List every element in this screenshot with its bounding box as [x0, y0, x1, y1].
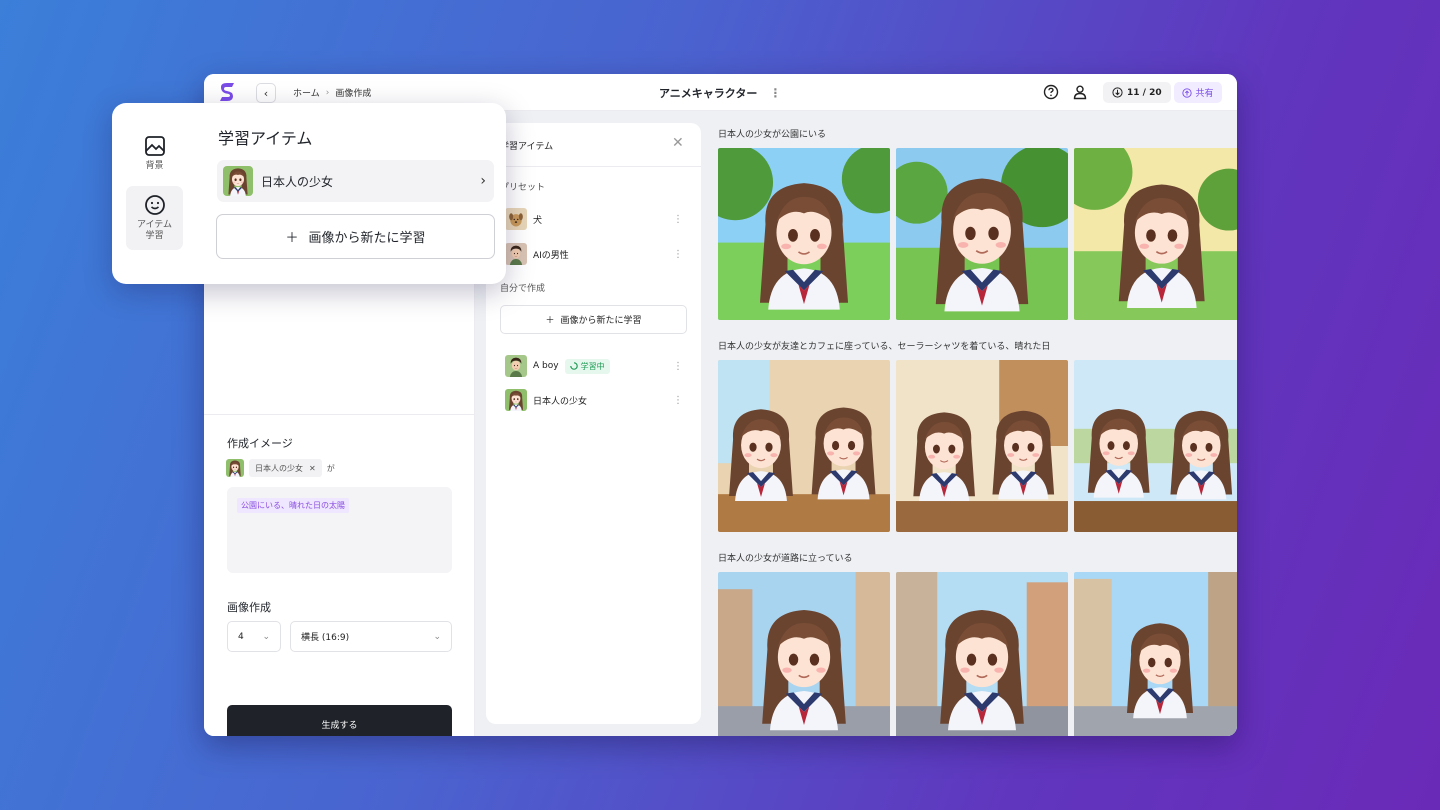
- popover-add-label: 画像から新たに学習: [308, 231, 426, 246]
- preset-item-ai-man[interactable]: AIの男性 ⋮: [505, 242, 683, 266]
- count-select[interactable]: 4 ⌄: [227, 621, 281, 652]
- chip-thumbnail: [226, 459, 244, 477]
- chevron-right-icon: ›: [325, 87, 330, 98]
- breadcrumb: ホーム › 画像作成: [293, 86, 372, 100]
- boy-thumbnail: [505, 355, 527, 377]
- generated-image[interactable]: [718, 360, 890, 532]
- image-icon: [144, 135, 165, 156]
- generated-image[interactable]: [718, 572, 890, 736]
- custom-item-label: 日本人の少女: [533, 396, 588, 407]
- prompt-input[interactable]: 公園にいる、晴れた日の太陽: [227, 487, 452, 573]
- custom-item-boy[interactable]: A boy 学習中 ⋮: [505, 354, 683, 378]
- chevron-down-icon: ⌄: [433, 631, 441, 642]
- chevron-down-icon: ⌄: [262, 631, 270, 642]
- nav-item-learning[interactable]: アイテム学習: [126, 186, 183, 250]
- plus-icon: ＋: [285, 231, 299, 246]
- generated-image[interactable]: [1074, 360, 1237, 532]
- gallery-caption: 日本人の少女が道路に立っている: [718, 554, 853, 564]
- more-options-icon[interactable]: ⋮: [673, 249, 683, 260]
- learn-from-image-button[interactable]: ＋ 画像から新たに学習: [500, 305, 687, 334]
- girl-thumbnail: [223, 166, 253, 196]
- plus-icon: ＋: [545, 316, 555, 326]
- popover-title: 学習アイテム: [218, 129, 313, 148]
- prompt-tag: 公園にいる、晴れた日の太陽: [237, 498, 349, 513]
- generated-image[interactable]: [1074, 148, 1237, 320]
- app-logo-icon[interactable]: [218, 82, 236, 102]
- generated-image[interactable]: [718, 148, 890, 320]
- share-button[interactable]: 共有: [1174, 82, 1222, 103]
- nav-background-label: 背景: [145, 160, 164, 171]
- spinner-icon: [569, 362, 578, 370]
- ratio-select[interactable]: 横長 (16:9) ⌄: [290, 621, 452, 652]
- divider: [204, 414, 475, 415]
- popover-learn-from-image-button[interactable]: ＋ 画像から新たに学習: [216, 214, 495, 259]
- gallery-caption: 日本人の少女が公園にいる: [718, 130, 827, 140]
- count-value: 4: [238, 631, 244, 642]
- generated-image[interactable]: [896, 360, 1068, 532]
- chip-tag: 日本人の少女 ✕: [249, 459, 322, 477]
- credits-text: 11 / 20: [1127, 87, 1162, 98]
- chip-particle: が: [326, 463, 335, 473]
- learning-items-popover: 背景 アイテム学習 学習アイテム 日本人の少女 › ＋ 画像から新たに学習: [112, 103, 506, 284]
- image-create-heading: 画像作成: [227, 601, 271, 614]
- man-thumbnail: [505, 243, 527, 265]
- item-chip: 日本人の少女 ✕ が: [226, 458, 335, 478]
- gallery-row-cafe: [718, 360, 1237, 532]
- more-options-icon[interactable]: ⋮: [769, 86, 781, 100]
- close-icon[interactable]: ✕: [309, 464, 316, 473]
- gallery-caption: 日本人の少女が友達とカフェに座っている、セーラーシャツを着ている、晴れた日: [718, 342, 1051, 352]
- preset-label: 犬: [533, 215, 543, 226]
- preset-heading: プリセット: [500, 183, 546, 193]
- preset-item-dog[interactable]: 犬 ⋮: [505, 207, 683, 231]
- preset-label: AIの男性: [533, 250, 569, 261]
- help-icon[interactable]: [1043, 84, 1059, 100]
- generate-button[interactable]: 生成する: [227, 705, 452, 736]
- document-title: アニメキャラクター ⋮: [659, 85, 781, 101]
- custom-item-girl[interactable]: 日本人の少女 ⋮: [505, 388, 683, 412]
- create-image-heading: 作成イメージ: [227, 437, 293, 450]
- generated-image[interactable]: [1074, 572, 1237, 736]
- image-gallery: 日本人の少女が公園にいる 日本人の少女が友達とカフェに座っている、セーラーシャツ…: [718, 111, 1237, 736]
- more-options-icon[interactable]: ⋮: [673, 361, 683, 372]
- nav-background[interactable]: 背景: [126, 123, 183, 183]
- nav-learning-label: アイテム学習: [136, 220, 173, 241]
- learning-items-panel: 学習アイテム ✕ プリセット 犬 ⋮ AIの男性 ⋮ 自分で作成 ＋ 画像から新…: [486, 123, 701, 724]
- breadcrumb-home[interactable]: ホーム: [293, 86, 320, 99]
- custom-heading: 自分で作成: [500, 284, 546, 294]
- girl-thumbnail: [505, 389, 527, 411]
- breadcrumb-current: 画像作成: [335, 89, 372, 99]
- learning-badge-text: 学習中: [580, 361, 605, 371]
- share-icon: [1182, 87, 1193, 98]
- more-options-icon[interactable]: ⋮: [673, 395, 683, 406]
- chevron-right-icon: ›: [480, 173, 486, 189]
- divider: [486, 166, 701, 167]
- gallery-row-street: [718, 572, 1237, 736]
- back-button[interactable]: ‹: [256, 83, 276, 103]
- chip-label: 日本人の少女: [255, 463, 303, 473]
- more-options-icon[interactable]: ⋮: [673, 214, 683, 225]
- dog-thumbnail: [505, 208, 527, 230]
- chevron-left-icon: ‹: [263, 86, 269, 100]
- generated-image[interactable]: [896, 572, 1068, 736]
- learning-badge: 学習中: [564, 358, 610, 374]
- credits-counter[interactable]: 11 / 20: [1103, 82, 1171, 103]
- popover-item-girl[interactable]: 日本人の少女 ›: [217, 160, 494, 202]
- learn-from-image-label: 画像から新たに学習: [560, 316, 642, 326]
- close-icon[interactable]: ✕: [672, 135, 684, 151]
- popover-item-label: 日本人の少女: [261, 174, 334, 189]
- custom-item-label: A boy: [533, 361, 559, 371]
- share-label: 共有: [1195, 89, 1214, 99]
- ratio-value: 横長 (16:9): [301, 633, 350, 643]
- learning-panel-title: 学習アイテム: [500, 142, 554, 152]
- download-icon: [1112, 87, 1123, 98]
- document-title-text[interactable]: アニメキャラクター: [659, 85, 757, 101]
- gallery-row-park: [718, 148, 1237, 320]
- user-icon[interactable]: [1072, 84, 1088, 100]
- smile-icon: [144, 195, 165, 215]
- generated-image[interactable]: [896, 148, 1068, 320]
